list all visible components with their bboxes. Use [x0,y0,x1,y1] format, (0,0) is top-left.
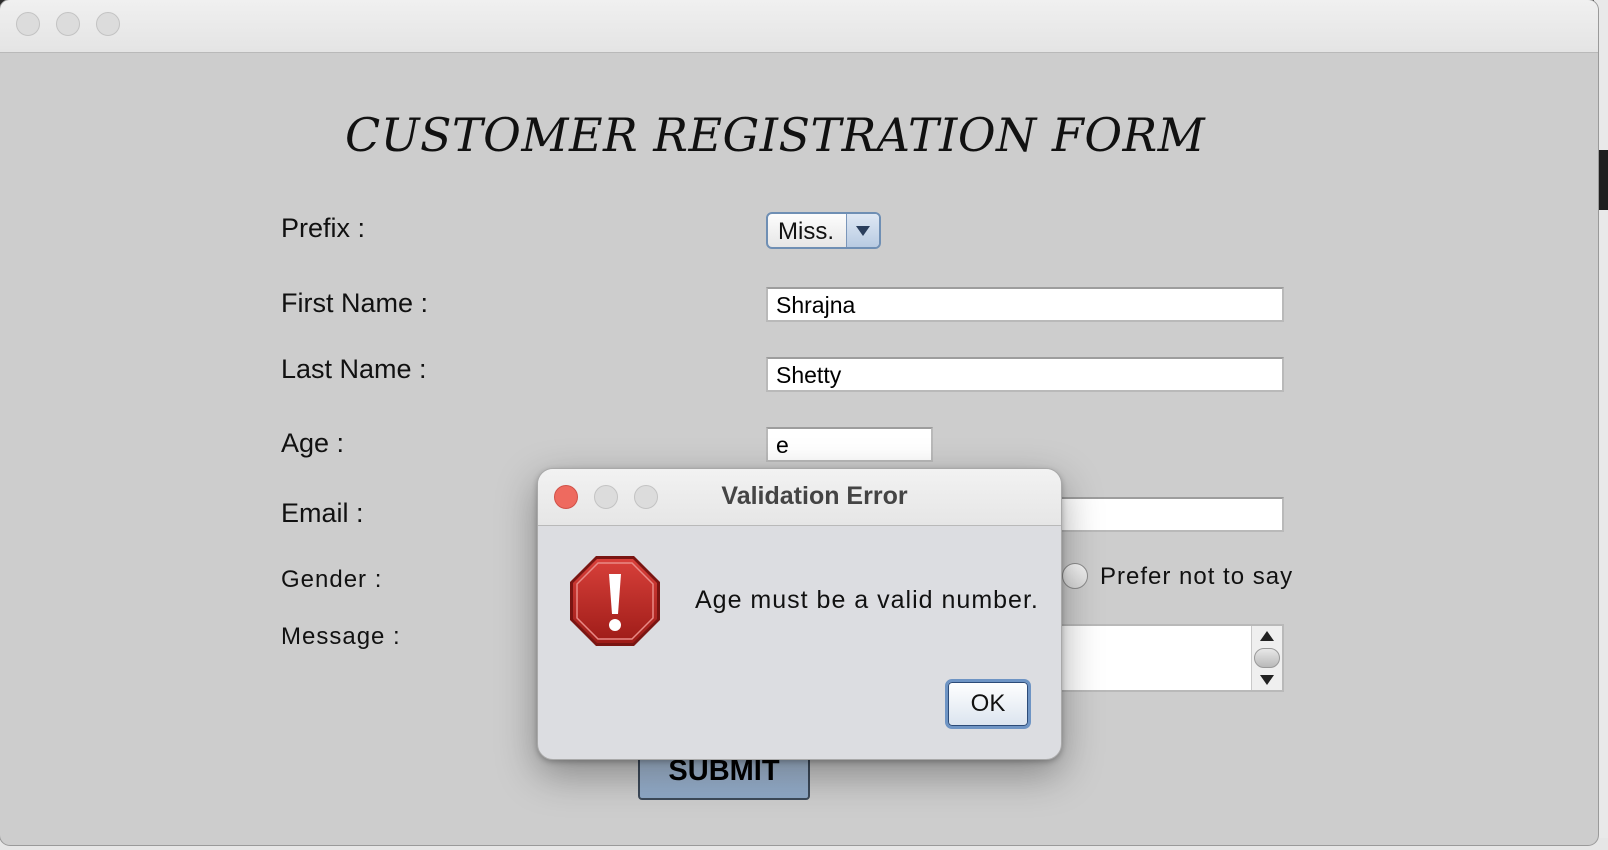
chevron-down-icon[interactable] [846,214,879,247]
gender-radio-prefer-not[interactable] [1062,563,1088,589]
message-scrollbar[interactable] [1251,626,1282,690]
dialog-message: Age must be a valid number. [695,586,1039,614]
email-label: Email : [281,498,364,528]
last-name-label: Last Name : [281,354,427,384]
age-field[interactable]: e [766,427,933,462]
ok-button[interactable]: OK [945,679,1031,729]
last-name-field[interactable]: Shetty [766,357,1284,392]
dialog-title: Validation Error [721,482,908,510]
prefix-selected-value: Miss. [778,218,834,245]
error-stop-icon [570,556,660,646]
message-label: Message : [281,623,401,650]
prefix-dropdown[interactable]: Miss. [766,212,881,249]
scroll-thumb[interactable] [1254,648,1280,668]
form-title: CUSTOMER REGISTRATION FORM [345,108,1206,162]
validation-error-dialog: Validation Error Age must be a valid num… [537,468,1062,760]
window-zoom-button[interactable] [96,12,120,36]
age-label: Age : [281,428,345,458]
scroll-up-icon[interactable] [1260,631,1274,641]
first-name-label: First Name : [281,288,429,318]
dialog-titlebar: Validation Error [538,469,1061,526]
window-titlebar [0,0,1598,53]
gender-radio-prefer-not-label[interactable]: Prefer not to say [1100,563,1293,591]
scroll-down-icon[interactable] [1260,675,1274,685]
window-minimize-button[interactable] [56,12,80,36]
first-name-field[interactable]: Shrajna [766,287,1284,322]
gender-label: Gender : [281,566,383,593]
prefix-label: Prefix : [281,213,366,243]
window-close-button[interactable] [16,12,40,36]
